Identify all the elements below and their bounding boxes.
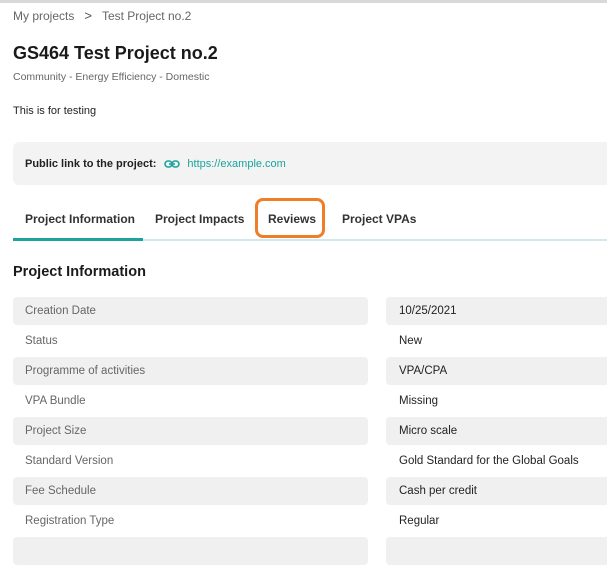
row-label: Programme of activities xyxy=(13,357,368,385)
info-row-creation-date: Creation Date 10/25/2021 xyxy=(13,297,607,325)
row-value: Cash per credit xyxy=(386,477,607,505)
row-label: VPA Bundle xyxy=(25,395,86,407)
tab-project-vpas[interactable]: Project VPAs xyxy=(342,212,416,226)
row-value: New xyxy=(399,335,423,347)
reviews-tab-highlight xyxy=(255,198,325,238)
info-row-fee-schedule: Fee Schedule Cash per credit xyxy=(13,477,607,505)
info-row-status: Status New xyxy=(13,327,607,355)
top-divider xyxy=(0,0,607,3)
row-value: Gold Standard for the Global Goals xyxy=(399,455,579,467)
row-label: Status xyxy=(25,335,58,347)
row-label: Creation Date xyxy=(13,297,368,325)
row-value: VPA/CPA xyxy=(386,357,607,385)
row-value: Micro scale xyxy=(386,417,607,445)
link-icon xyxy=(164,159,181,168)
info-row-programme-of-activities: Programme of activities VPA/CPA xyxy=(13,357,607,385)
row-label: Fee Schedule xyxy=(13,477,368,505)
row-label: Standard Version xyxy=(25,455,114,467)
row-value: Regular xyxy=(399,515,440,527)
section-title: Project Information xyxy=(13,264,146,280)
info-row-vpa-bundle: VPA Bundle Missing xyxy=(13,387,607,415)
breadcrumb-my-projects-link[interactable]: My projects xyxy=(13,9,74,23)
row-value xyxy=(386,537,607,565)
row-label: Registration Type xyxy=(25,515,115,527)
page-title: GS464 Test Project no.2 xyxy=(13,43,218,63)
breadcrumb-chevron-icon: > xyxy=(84,8,92,23)
tab-project-impacts[interactable]: Project Impacts xyxy=(155,212,244,226)
info-row-partial xyxy=(13,537,607,565)
info-row-project-size: Project Size Micro scale xyxy=(13,417,607,445)
row-value: Missing xyxy=(399,395,438,407)
info-row-registration-type: Registration Type Regular xyxy=(13,507,607,535)
public-link-label: Public link to the project: xyxy=(25,157,157,170)
row-label: Project Size xyxy=(13,417,368,445)
row-value: 10/25/2021 xyxy=(386,297,607,325)
breadcrumb-current: Test Project no.2 xyxy=(101,8,192,23)
info-row-standard-version: Standard Version Gold Standard for the G… xyxy=(13,447,607,475)
breadcrumb: My projects > Test Project no.2 xyxy=(13,8,191,23)
tab-project-information[interactable]: Project Information xyxy=(25,212,135,226)
row-label xyxy=(13,537,368,565)
project-category: Community - Energy Efficiency - Domestic xyxy=(13,71,210,83)
project-description: This is for testing xyxy=(13,105,97,117)
active-tab-indicator xyxy=(13,238,143,241)
public-link-url[interactable]: https://example.com xyxy=(187,158,285,170)
public-link-box: Public link to the project: https://exam… xyxy=(13,142,607,185)
